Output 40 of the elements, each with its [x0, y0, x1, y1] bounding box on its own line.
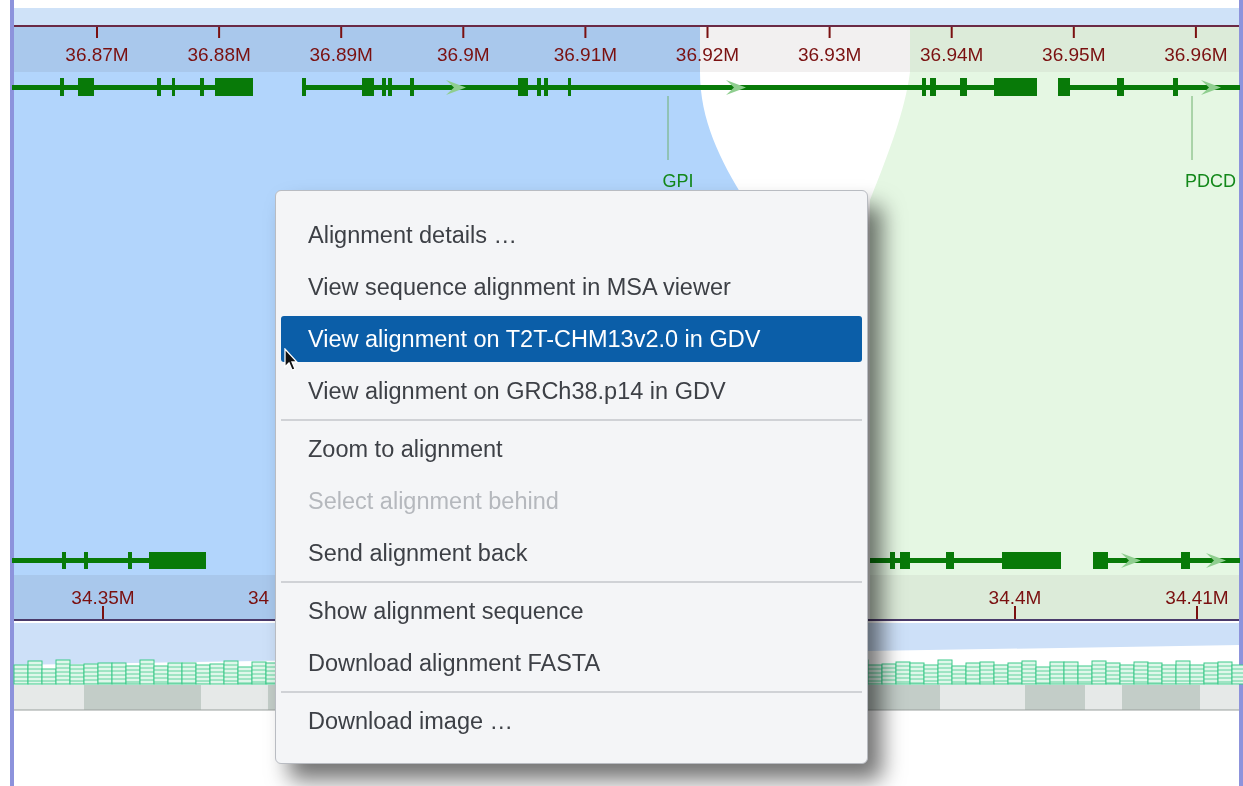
- ruler-label: 36.93M: [797, 44, 862, 65]
- ruler-label: 36.91M: [553, 44, 618, 65]
- leader-line: [667, 95, 669, 161]
- tick-mark: [828, 26, 831, 39]
- menu-item[interactable]: Send alignment back: [281, 527, 862, 579]
- menu-item[interactable]: Alignment details …: [281, 209, 862, 261]
- ruler-label: 34: [248, 587, 270, 608]
- tick-mark: [340, 26, 343, 39]
- menu-item[interactable]: View alignment on T2T-CHM13v2.0 in GDV: [281, 316, 862, 362]
- menu-item[interactable]: Download alignment FASTA: [281, 637, 862, 689]
- ruler-label: 34.4M: [988, 587, 1042, 608]
- menu-item[interactable]: View alignment on GRCh38.p14 in GDV: [281, 365, 862, 417]
- tick-mark: [1072, 26, 1075, 39]
- menu-item[interactable]: Download image …: [281, 695, 862, 747]
- ruler-label: 36.94M: [920, 44, 984, 65]
- ruler-label: 36.95M: [1042, 44, 1106, 65]
- tick-mark: [218, 26, 221, 39]
- tick-mark: [1194, 26, 1197, 39]
- ruler-label: 36.9M: [436, 44, 490, 65]
- tick-mark: [1196, 605, 1198, 620]
- ruler-label: 36.88M: [187, 44, 251, 65]
- gene-label[interactable]: PDCD: [1185, 171, 1236, 191]
- ruler-label: 34.41M: [1165, 587, 1229, 608]
- tick-mark: [706, 26, 709, 39]
- tick-mark: [102, 605, 104, 620]
- tick-mark: [584, 26, 587, 39]
- ruler-label: 36.92M: [675, 44, 740, 65]
- tick-mark: [462, 26, 465, 39]
- ruler-label: 36.87M: [65, 44, 129, 65]
- ruler-label: 36.89M: [309, 44, 373, 65]
- ruler-label: 36.96M: [1164, 44, 1228, 65]
- menu-item[interactable]: Show alignment sequence: [281, 585, 862, 637]
- tick-mark: [950, 26, 953, 39]
- leader-line: [1191, 95, 1193, 161]
- tick-mark: [96, 26, 98, 39]
- ruler-label: 34.35M: [71, 587, 135, 608]
- menu-item[interactable]: View sequence alignment in MSA viewer: [281, 261, 862, 313]
- cursor-icon: [283, 348, 299, 372]
- menu-item[interactable]: Zoom to alignment: [281, 423, 862, 475]
- tick-mark: [1014, 605, 1016, 620]
